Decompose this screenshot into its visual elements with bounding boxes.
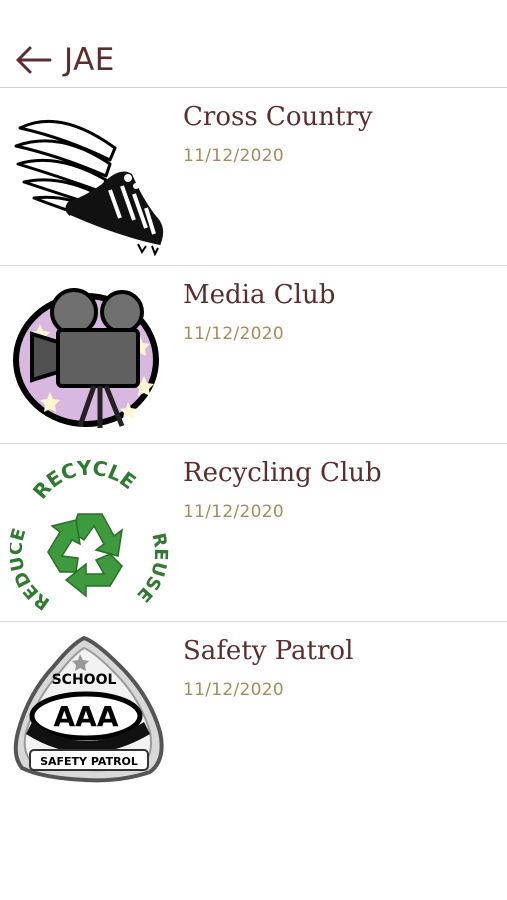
item-date: 11/12/2020 <box>183 146 284 166</box>
club-list: Cross Country 11/12/2020 Media Club 11/1… <box>0 88 507 800</box>
item-title: Media Club <box>183 280 336 310</box>
svg-text:AAA: AAA <box>53 700 118 733</box>
list-item-recycling-club[interactable]: RECYCLE REUSE REDUCE Recycling Club 11/1… <box>0 444 507 622</box>
svg-text:REDUCE: REDUCE <box>10 526 54 612</box>
recycle-icon: RECYCLE REUSE REDUCE <box>6 454 171 613</box>
page-title: JAE <box>64 42 115 78</box>
item-title: Safety Patrol <box>183 636 354 666</box>
item-date: 11/12/2020 <box>183 502 284 522</box>
back-button[interactable] <box>14 42 54 78</box>
film-camera-icon <box>10 276 170 434</box>
list-item-safety-patrol[interactable]: SCHOOL AAA SAFETY PATROL Safety Patrol 1… <box>0 622 507 800</box>
svg-text:RECYCLE: RECYCLE <box>28 455 140 503</box>
item-date: 11/12/2020 <box>183 324 284 344</box>
list-item-media-club[interactable]: Media Club 11/12/2020 <box>0 266 507 444</box>
winged-shoe-icon <box>10 98 170 257</box>
item-title: Cross Country <box>183 102 373 132</box>
item-date: 11/12/2020 <box>183 680 284 700</box>
safety-patrol-badge-icon: SCHOOL AAA SAFETY PATROL <box>10 632 170 790</box>
arrow-left-icon <box>16 46 52 74</box>
list-item-cross-country[interactable]: Cross Country 11/12/2020 <box>0 88 507 266</box>
svg-text:SCHOOL: SCHOOL <box>52 672 117 688</box>
svg-text:REUSE: REUSE <box>133 531 170 606</box>
item-title: Recycling Club <box>183 458 382 488</box>
app-header: JAE <box>0 0 507 88</box>
svg-text:SAFETY PATROL: SAFETY PATROL <box>40 755 138 768</box>
